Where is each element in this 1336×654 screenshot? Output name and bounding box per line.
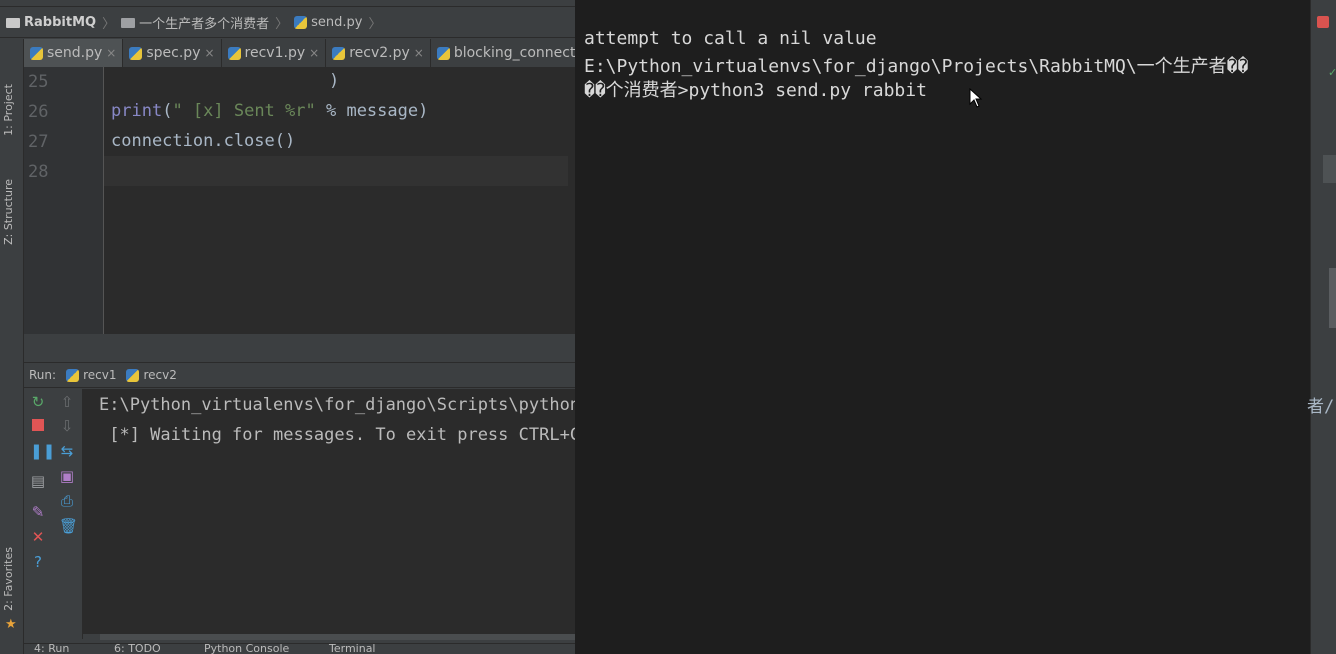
- menu-bar[interactable]: [0, 0, 575, 7]
- python-file-icon: [436, 46, 450, 60]
- tool-tab-run[interactable]: 4: Run: [34, 644, 69, 654]
- pin-icon[interactable]: ✎: [30, 504, 46, 520]
- tab-recv2-py[interactable]: recv2.py ×: [326, 39, 431, 67]
- favorites-tool-tab[interactable]: 2: Favorites: [2, 547, 15, 611]
- tool-tab-python-console[interactable]: Python Console: [204, 644, 289, 654]
- tool-tab-terminal[interactable]: Terminal: [329, 644, 376, 654]
- breadcrumb: RabbitMQ 〉 一个生产者多个消费者 〉 send.py 〉: [0, 8, 575, 38]
- close-icon[interactable]: ×: [106, 46, 116, 60]
- help-icon[interactable]: ?: [30, 554, 46, 570]
- run-toolbar-secondary: ⇧ ⇩ ⇆ ▣ ⎙ 🗑: [53, 389, 83, 639]
- close-icon[interactable]: ✕: [30, 529, 46, 545]
- run-toolbar-primary: ↻ ❚❚ ▤ ✎ ✕ ?: [24, 389, 55, 639]
- python-run-icon: [126, 368, 140, 382]
- line-number-gutter: 25 26 27 28: [24, 67, 104, 334]
- dump-threads-icon[interactable]: ▤: [30, 473, 46, 489]
- rerun-icon[interactable]: ↻: [30, 394, 46, 410]
- python-file-icon: [129, 46, 143, 60]
- close-icon[interactable]: ×: [204, 46, 214, 60]
- folder-icon: [6, 17, 20, 28]
- check-icon: ✓: [1328, 66, 1336, 79]
- close-icon[interactable]: ×: [309, 46, 319, 60]
- python-run-icon: [66, 368, 80, 382]
- code-line: print(" [x] Sent %r" % message): [111, 101, 429, 121]
- run-tab-recv1[interactable]: recv1: [66, 368, 116, 382]
- current-line-highlight: [104, 156, 568, 186]
- tab-spec-py[interactable]: spec.py ×: [123, 39, 222, 67]
- run-console-output[interactable]: E:\Python_virtualenvs\for_django\Scripts…: [83, 389, 575, 634]
- clipped-console-text: 者/: [1307, 397, 1335, 417]
- line-number: 27: [28, 132, 49, 152]
- breadcrumb-file[interactable]: send.py: [294, 15, 362, 30]
- run-label: Run:: [29, 368, 57, 382]
- run-tool-window-header: Run: recv1 recv2: [24, 362, 575, 388]
- scroll-to-end-icon[interactable]: ▣: [59, 468, 75, 484]
- vertical-scrollbar[interactable]: [1329, 268, 1336, 328]
- terminal-line: E:\Python_virtualenvs\for_django\Project…: [584, 56, 1249, 77]
- line-number: 26: [28, 102, 49, 122]
- breadcrumb-project[interactable]: RabbitMQ: [6, 15, 96, 30]
- arrow-down-icon[interactable]: ⇩: [59, 418, 75, 434]
- tab-blocking-connection[interactable]: blocking_connecti: [431, 39, 575, 67]
- run-tab-recv2[interactable]: recv2: [126, 368, 177, 382]
- console-line: E:\Python_virtualenvs\for_django\Scripts…: [99, 395, 575, 415]
- code-editor[interactable]: ) print(" [x] Sent %r" % message) connec…: [104, 67, 575, 334]
- breadcrumb-folder[interactable]: 一个生产者多个消费者: [121, 13, 269, 32]
- project-tool-tab[interactable]: 1: Project: [2, 84, 15, 136]
- structure-tool-tab[interactable]: Z: Structure: [2, 179, 15, 245]
- right-ide-strip: ✓ 者/: [1307, 0, 1336, 654]
- print-icon[interactable]: ⎙: [59, 493, 75, 509]
- left-tool-window-bar: 1: Project Z: Structure 2: Favorites ★: [0, 39, 24, 654]
- mouse-cursor-icon: [969, 88, 983, 108]
- close-icon[interactable]: ×: [414, 46, 424, 60]
- terminal-line: attempt to call a nil value: [584, 28, 877, 49]
- stop-icon[interactable]: [30, 418, 46, 434]
- editor-bottom-spacer: [24, 335, 575, 362]
- folder-icon: [121, 17, 136, 28]
- breadcrumb-separator: 〉: [275, 17, 289, 32]
- soft-wrap-icon[interactable]: ⇆: [59, 443, 75, 459]
- arrow-up-icon[interactable]: ⇧: [59, 394, 75, 410]
- python-file-icon: [227, 46, 241, 60]
- trash-icon[interactable]: 🗑: [59, 518, 78, 534]
- pause-icon[interactable]: ❚❚: [30, 443, 55, 459]
- breadcrumb-separator: 〉: [102, 17, 116, 32]
- tab-recv1-py[interactable]: recv1.py ×: [222, 39, 327, 67]
- side-panel-marker: [1323, 155, 1336, 183]
- terminal-window[interactable]: attempt to call a nil value E:\Python_vi…: [575, 0, 1310, 654]
- python-file-icon: [30, 46, 43, 60]
- breadcrumb-separator: 〉: [368, 17, 382, 32]
- terminal-line: ��个消费者>python3 send.py rabbit: [584, 80, 927, 101]
- line-number: 28: [28, 162, 49, 182]
- horizontal-scrollbar[interactable]: [100, 634, 575, 640]
- editor-tabs: send.py × spec.py × recv1.py × recv2.py …: [24, 39, 575, 68]
- python-file-icon: [332, 46, 346, 60]
- star-icon: ★: [5, 617, 17, 632]
- bottom-tool-tabs: 4: Run 6: TODO Python Console Terminal: [24, 643, 575, 654]
- ide-window: RabbitMQ 〉 一个生产者多个消费者 〉 send.py 〉 1: Pro…: [0, 0, 575, 654]
- notification-icon[interactable]: [1317, 16, 1329, 28]
- console-line: [*] Waiting for messages. To exit press …: [99, 425, 575, 445]
- code-line: connection.close(): [111, 131, 296, 151]
- line-number: 25: [28, 72, 49, 92]
- code-line: ): [329, 71, 340, 91]
- tab-send-py[interactable]: send.py ×: [24, 39, 124, 67]
- python-file-icon: [294, 16, 308, 29]
- tool-tab-todo[interactable]: 6: TODO: [114, 644, 161, 654]
